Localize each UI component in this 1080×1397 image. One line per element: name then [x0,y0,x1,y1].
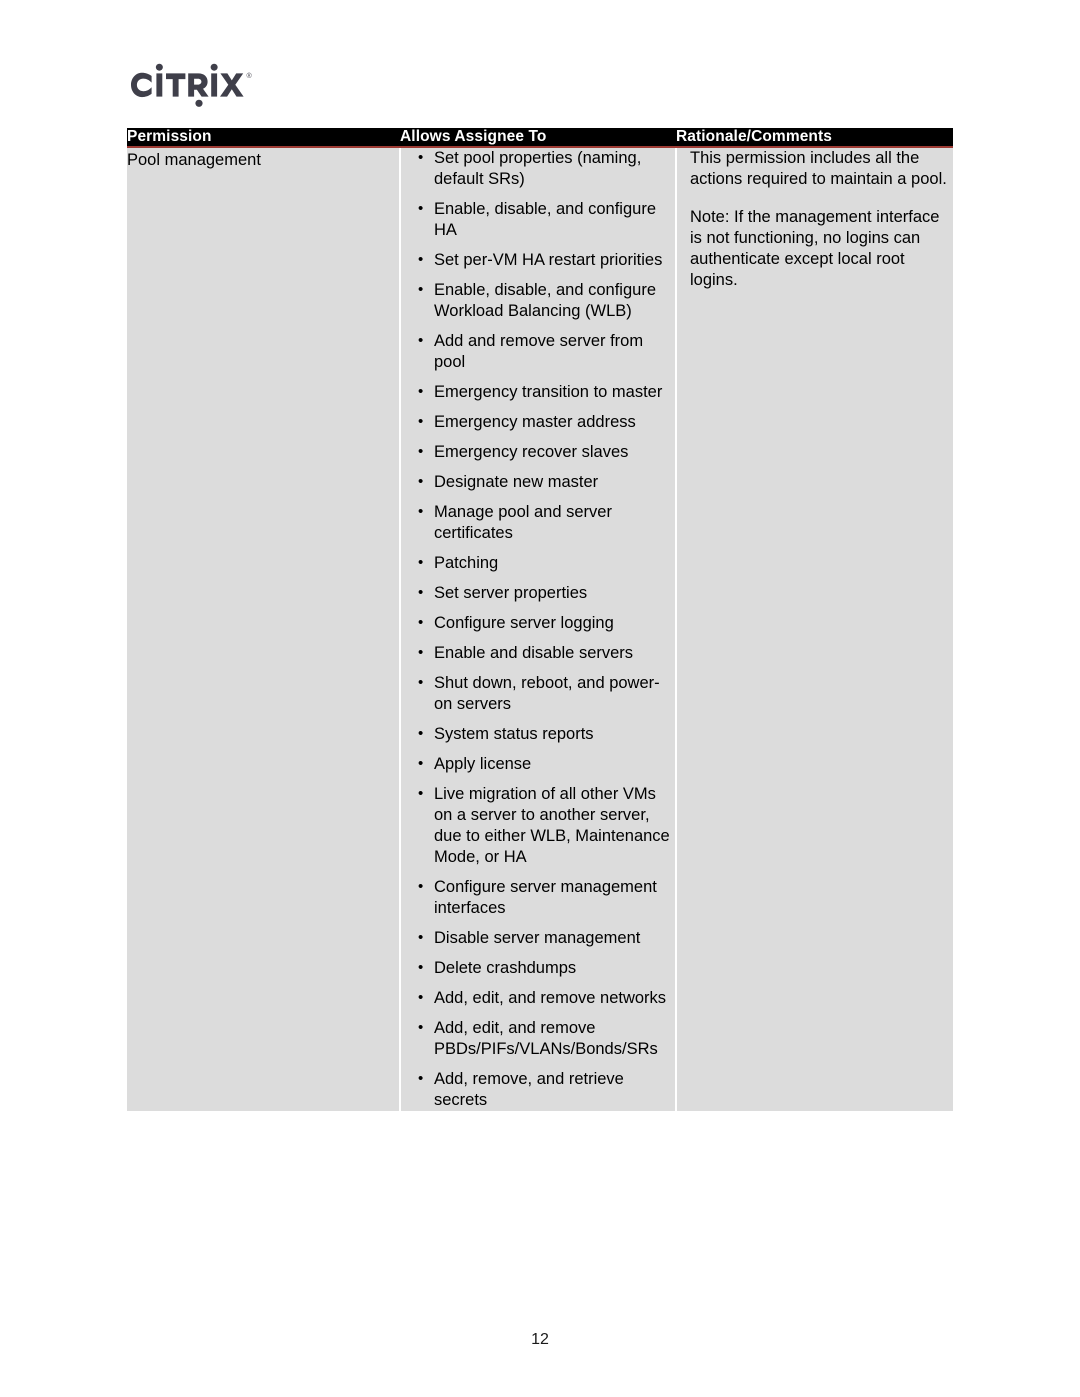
cell-allows-assignee-to: Set pool properties (naming, default SRs… [399,147,676,1111]
list-item-text: Add, edit, and remove PBDs/PIFs/VLANs/Bo… [434,1019,658,1058]
list-item-text: Live migration of all other VMs on a ser… [434,785,670,866]
column-header-rationale-comments: Rationale/Comments [676,128,953,148]
page-number: 12 [531,1331,549,1348]
list-item-text: Manage pool and server certificates [434,503,612,542]
list-item-text: Configure server management interfaces [434,878,657,917]
list-item: Set server properties [413,582,675,604]
list-item-text: Emergency transition to master [434,383,663,401]
list-item-text: Enable, disable, and configure HA [434,200,656,239]
list-item-text: Enable and disable servers [434,644,634,662]
list-item-text: Set server properties [434,584,588,602]
registered-trademark-symbol: ® [247,72,253,80]
list-item-text: Add, edit, and remove networks [434,989,667,1007]
list-item-text: Designate new master [434,473,599,491]
list-item: Configure server management interfaces [413,876,675,919]
list-item-text: Disable server management [434,929,641,947]
table-row: Pool management Set pool properties (nam… [127,147,953,1111]
list-item: Enable, disable, and configure Workload … [413,279,675,322]
table-header-row: Permission Allows Assignee To Rationale/… [127,128,953,148]
list-item-text: Patching [434,554,499,572]
list-item-text: System status reports [434,725,594,743]
citrix-logo-icon: ® [131,63,253,107]
list-item: Emergency master address [413,411,675,433]
citrix-logo: ® [131,63,371,109]
list-item-text: Configure server logging [434,614,614,632]
list-item-text: Apply license [434,755,532,773]
cell-permission: Pool management [127,147,400,1111]
rationale-paragraph: This permission includes all the actions… [690,149,947,188]
list-item: Set per-VM HA restart priorities [413,249,675,271]
list-item: Apply license [413,753,675,775]
list-item: Live migration of all other VMs on a ser… [413,783,675,868]
list-item-text: Delete crashdumps [434,959,577,977]
list-item: Delete crashdumps [413,957,675,979]
list-item: System status reports [413,723,675,745]
cell-rationale-comments: This permission includes all the actions… [675,147,953,1111]
permission-name: Pool management [127,151,261,169]
list-item: Shut down, reboot, and power-on servers [413,672,675,715]
list-item-text: Emergency recover slaves [434,443,629,461]
capability-list: Set pool properties (naming, default SRs… [413,147,675,1111]
list-item: Manage pool and server certificates [413,501,675,544]
list-item: Patching [413,552,675,574]
list-item-text: Shut down, reboot, and power-on servers [434,674,660,713]
list-item: Add, edit, and remove PBDs/PIFs/VLANs/Bo… [413,1017,675,1060]
list-item-text: Emergency master address [434,413,636,431]
list-item: Designate new master [413,471,675,493]
list-item: Enable, disable, and configure HA [413,198,675,241]
list-item-text: Set per-VM HA restart priorities [434,251,663,269]
list-item: Configure server logging [413,612,675,634]
list-item-text: Set pool properties (naming, default SRs… [434,149,642,188]
list-item: Emergency transition to master [413,381,675,403]
list-item: Set pool properties (naming, default SRs… [413,147,675,190]
list-item-text: Enable, disable, and configure Workload … [434,281,656,320]
permissions-table: Permission Allows Assignee To Rationale/… [127,128,953,1111]
list-item: Add, remove, and retrieve secrets [413,1068,675,1111]
column-header-permission: Permission [127,128,400,148]
rationale-note: Note: If the management interface is not… [690,208,940,289]
list-item-text: Add and remove server from pool [434,332,644,371]
list-item: Emergency recover slaves [413,441,675,463]
list-item: Add, edit, and remove networks [413,987,675,1009]
column-header-allows-assignee-to: Allows Assignee To [400,128,676,148]
list-item: Disable server management [413,927,675,949]
list-item-text: Add, remove, and retrieve secrets [434,1070,624,1109]
list-item: Add and remove server from pool [413,330,675,373]
list-item: Enable and disable servers [413,642,675,664]
